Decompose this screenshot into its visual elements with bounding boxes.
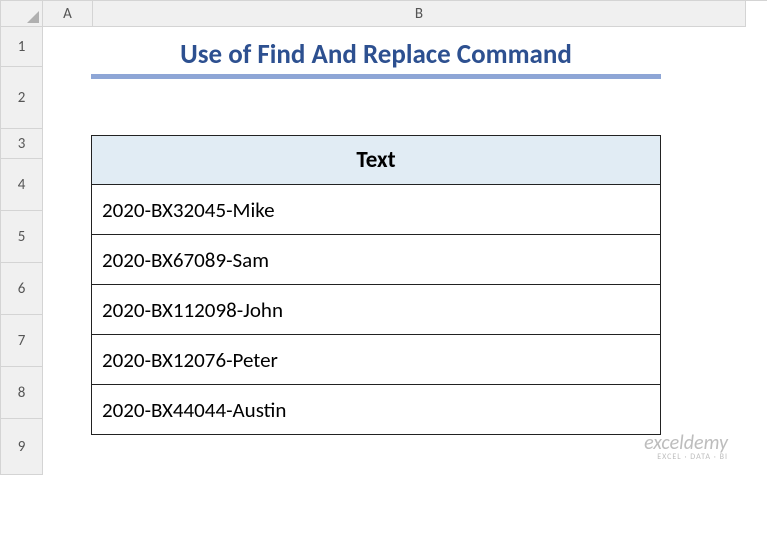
- table-row[interactable]: 2020-BX112098-John: [91, 285, 661, 335]
- watermark-main: exceldemy: [644, 433, 728, 453]
- table-row[interactable]: 2020-BX32045-Mike: [91, 185, 661, 235]
- table-header[interactable]: Text: [91, 135, 661, 185]
- cell-text: 2020-BX67089-Sam: [102, 247, 269, 273]
- worksheet-content[interactable]: Use of Find And Replace Command Text 202…: [43, 27, 746, 475]
- watermark: exceldemy EXCEL · DATA · BI: [644, 433, 728, 461]
- column-header-B[interactable]: B: [93, 1, 746, 27]
- row-header-5[interactable]: 5: [1, 211, 43, 263]
- cell-text: 2020-BX44044-Austin: [102, 397, 286, 423]
- title-cell[interactable]: Use of Find And Replace Command: [91, 35, 661, 79]
- cell-text: 2020-BX32045-Mike: [102, 197, 275, 223]
- table-row[interactable]: 2020-BX44044-Austin: [91, 385, 661, 435]
- row-header-2[interactable]: 2: [1, 67, 43, 129]
- watermark-sub: EXCEL · DATA · BI: [644, 453, 728, 461]
- spreadsheet-grid: A B 1 Use of Find And Replace Command Te…: [0, 0, 767, 475]
- page-title: Use of Find And Replace Command: [180, 38, 572, 71]
- table-row[interactable]: 2020-BX67089-Sam: [91, 235, 661, 285]
- select-all-corner[interactable]: [1, 1, 43, 27]
- column-header-A[interactable]: A: [43, 1, 93, 27]
- row-header-6[interactable]: 6: [1, 263, 43, 315]
- row-header-9[interactable]: 9: [1, 419, 43, 475]
- row-header-8[interactable]: 8: [1, 367, 43, 419]
- row-header-3[interactable]: 3: [1, 129, 43, 159]
- row-header-4[interactable]: 4: [1, 159, 43, 211]
- cell-text: 2020-BX112098-John: [102, 297, 283, 323]
- cell-text: 2020-BX12076-Peter: [102, 347, 278, 373]
- row-header-1[interactable]: 1: [1, 27, 43, 67]
- row-header-7[interactable]: 7: [1, 315, 43, 367]
- table-row[interactable]: 2020-BX12076-Peter: [91, 335, 661, 385]
- data-table: Text 2020-BX32045-Mike 2020-BX67089-Sam …: [91, 135, 661, 435]
- table-header-label: Text: [356, 146, 395, 174]
